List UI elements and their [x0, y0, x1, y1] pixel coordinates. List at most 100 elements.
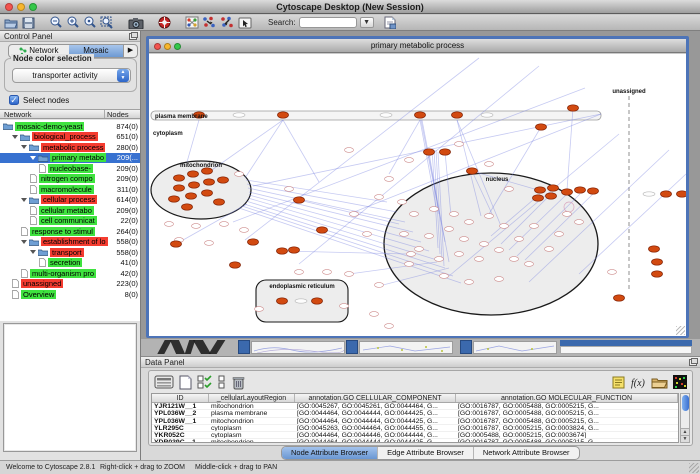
node-attribute-table[interactable]: ID_cellularLayoutRegionannotation.GO CEL…: [151, 393, 679, 443]
background-window[interactable]: [359, 341, 453, 354]
network-canvas[interactable]: plasma membranecytoplasmmitochondrionnuc…: [149, 54, 686, 336]
tab-node-attribute-browser[interactable]: Node Attribute Browser: [282, 447, 378, 459]
tab-edge-attribute-browser[interactable]: Edge Attribute Browser: [378, 447, 474, 459]
expand-arrow-icon[interactable]: [12, 135, 18, 139]
annotation-icon[interactable]: [238, 16, 252, 29]
search-dropdown-arrow[interactable]: ▼: [360, 17, 374, 28]
import-doc-icon[interactable]: [384, 16, 396, 29]
expand-arrow-icon[interactable]: [21, 240, 27, 244]
tree-row-establishment-of-lo[interactable]: establishment of lo558(0): [0, 237, 140, 248]
table-row[interactable]: YKR052Ccytoplasm[GO:0044464, GO:0044446,…: [152, 432, 678, 439]
snapshot-icon[interactable]: [128, 16, 144, 29]
zoom-in-icon[interactable]: [66, 16, 80, 29]
tree-row-response-to-stimul[interactable]: response to stimul264(0): [0, 226, 140, 237]
table-scrollbar[interactable]: ▲ ▼: [680, 393, 690, 443]
selected-gene-node: [535, 187, 546, 193]
tree-row-transport[interactable]: transport558(0): [0, 247, 140, 258]
window-resize-grip[interactable]: [676, 326, 685, 335]
tree-row-nitrogen-compo[interactable]: nitrogen compo209(0): [0, 174, 140, 185]
tree-row-secretion[interactable]: secretion41(0): [0, 258, 140, 269]
new-attribute-icon[interactable]: [179, 375, 192, 390]
gene-node: [455, 252, 464, 257]
help-ring-icon[interactable]: [158, 16, 171, 29]
zoom-out-icon[interactable]: [49, 16, 63, 29]
expand-arrow-icon[interactable]: [21, 198, 27, 202]
background-window[interactable]: [238, 340, 250, 354]
attribute-table-icon[interactable]: [154, 375, 174, 389]
select-nodes-row: ✓ Select nodes: [9, 95, 69, 105]
tree-col-network[interactable]: Network: [0, 110, 104, 118]
network-overview-icon[interactable]: [185, 16, 199, 29]
background-window[interactable]: [346, 340, 358, 354]
column-header[interactable]: annotation.GO CELLULAR_COMPONENT: [295, 394, 456, 402]
selected-gene-node: [204, 179, 215, 185]
tree-row-cellular-process[interactable]: cellular process614(0): [0, 195, 140, 206]
tree-col-nodes[interactable]: Nodes: [104, 110, 140, 118]
data-panel: Data Panel f(x) ID_cellularLayoutRegiona…: [141, 356, 700, 460]
scrollbar-thumb[interactable]: [682, 395, 689, 411]
background-window[interactable]: [460, 340, 472, 354]
save-icon[interactable]: [22, 16, 35, 29]
unselect-attributes-icon[interactable]: [217, 375, 227, 390]
expand-arrow-icon[interactable]: [30, 250, 36, 254]
gene-node: [455, 142, 464, 147]
column-header[interactable]: annotation.GO MOLECULAR_FUNCTION: [456, 394, 678, 402]
file-icon: [39, 258, 46, 267]
table-row[interactable]: YPL036W__1mitochondrion[GO:0044464, GO:0…: [152, 418, 678, 425]
node-color-dropdown[interactable]: transporter activity ▲▼: [12, 68, 131, 83]
background-window[interactable]: [560, 346, 692, 354]
function-builder-icon[interactable]: f(x): [630, 376, 646, 389]
table-row[interactable]: YPL036W__2plasma membrane[GO:0044464, GO…: [152, 410, 678, 417]
layout-a-icon[interactable]: [202, 16, 217, 29]
expand-arrow-icon[interactable]: [30, 156, 36, 160]
select-nodes-checkbox[interactable]: ✓: [9, 95, 19, 105]
app-resize-grip[interactable]: [689, 463, 699, 473]
background-window[interactable]: [157, 340, 171, 354]
attribute-browser: f(x) ID_cellularLayoutRegionannotation.G…: [148, 370, 693, 446]
column-header[interactable]: ID: [152, 394, 209, 402]
tree-row-unassigned[interactable]: unassigned223(0): [0, 279, 140, 290]
background-window[interactable]: [473, 341, 557, 354]
tree-row-multi-organism-pro[interactable]: multi-organism pro42(0): [0, 268, 140, 279]
network-window-title-bar[interactable]: primary metabolic process: [149, 39, 686, 53]
zoom-fit-icon[interactable]: [100, 16, 114, 29]
tree-row-macromolecule[interactable]: macromolecule311(0): [0, 184, 140, 195]
delete-attribute-icon[interactable]: [232, 375, 245, 390]
background-window[interactable]: [251, 341, 345, 354]
expand-arrow-icon[interactable]: [21, 145, 27, 149]
table-row[interactable]: YDR039C__1mitochondrion[GO:0044464, GO:0…: [152, 439, 678, 443]
background-window[interactable]: [170, 340, 185, 354]
zoom-selected-icon[interactable]: [83, 16, 97, 29]
birds-eye-view[interactable]: [3, 323, 137, 452]
notes-icon[interactable]: [612, 375, 625, 389]
tab-network-attribute-browser[interactable]: Network Attribute Browser: [474, 447, 579, 459]
tree-row-cell-communicat[interactable]: cell communicat22(0): [0, 216, 140, 227]
search-input[interactable]: [299, 17, 357, 28]
scroll-down-icon[interactable]: ▼: [681, 435, 689, 442]
table-row[interactable]: YLR295Ccytoplasm[GO:0045263, GO:0044464,…: [152, 425, 678, 432]
float-panel-icon[interactable]: [689, 359, 697, 366]
select-attributes-icon[interactable]: [197, 375, 212, 390]
tree-row-mosaic-demo-yeast[interactable]: mosaic-demo-yeast874(0): [0, 121, 140, 132]
column-header[interactable]: _cellularLayoutRegion: [209, 394, 295, 402]
tab-overflow-arrow[interactable]: ▶: [123, 45, 137, 57]
matrix-icon[interactable]: [673, 375, 687, 389]
node-count: 8(0): [125, 290, 138, 299]
background-window[interactable]: [209, 340, 226, 354]
selected-gene-node: [649, 246, 660, 252]
tree-label: response to stimul: [30, 227, 95, 236]
float-panel-icon[interactable]: [129, 33, 137, 40]
tree-row-biological-process[interactable]: biological_process651(0): [0, 132, 140, 143]
scroll-up-icon[interactable]: ▲: [681, 428, 689, 435]
tree-row-metabolic-process[interactable]: metabolic process280(0): [0, 142, 140, 153]
file-icon: [39, 164, 46, 173]
tree-row-primary-metabo[interactable]: primary metabo209(...: [0, 153, 140, 164]
tree-row-overview[interactable]: Overview8(0): [0, 289, 140, 300]
layout-b-icon[interactable]: [220, 16, 235, 29]
network-view-window[interactable]: primary metabolic process plasma membran…: [146, 36, 689, 338]
tree-row-cellular-metabo[interactable]: cellular metabo209(0): [0, 205, 140, 216]
table-row[interactable]: YJR121W__1mitochondrion[GO:0045267, GO:0…: [152, 403, 678, 410]
tree-row-nucleobase-[interactable]: nucleobase-209(0): [0, 163, 140, 174]
import-attributes-icon[interactable]: [651, 376, 668, 389]
open-icon[interactable]: [4, 16, 19, 29]
